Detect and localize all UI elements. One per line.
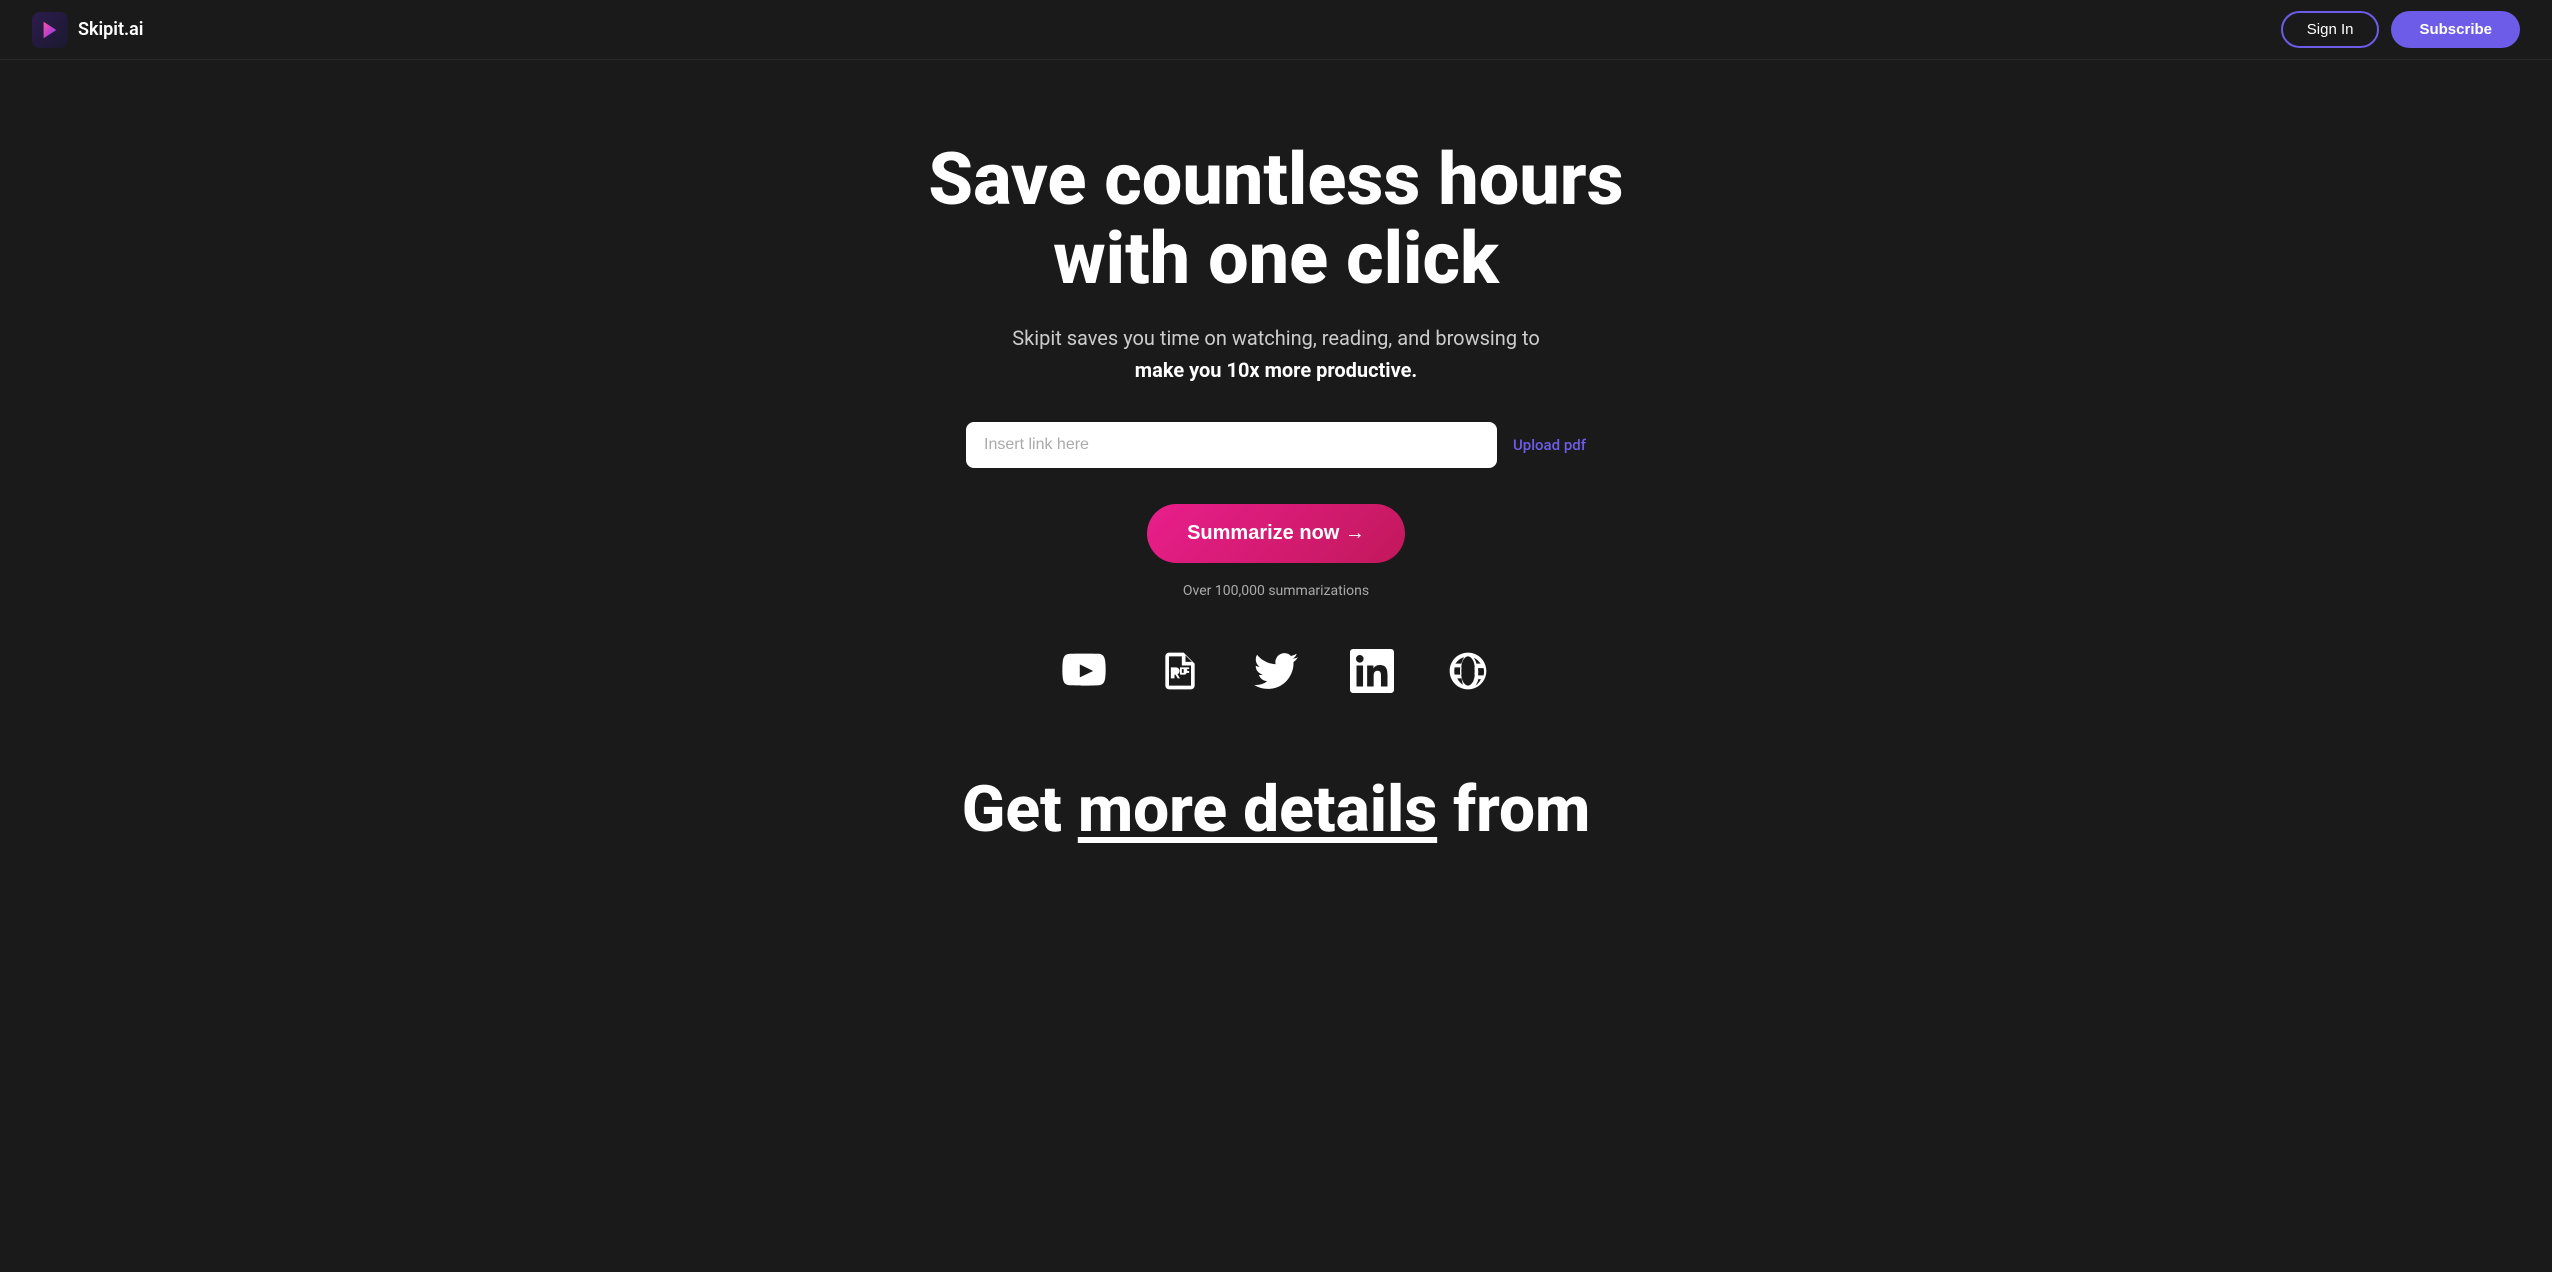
- hero-subtitle: Skipit saves you time on watching, readi…: [1012, 322, 1540, 386]
- logo-icon: [32, 12, 68, 48]
- summarizations-count: Over 100,000 summarizations: [1183, 583, 1369, 599]
- linkedin-icon: [1348, 647, 1396, 695]
- navbar-actions: Sign In Subscribe: [2281, 11, 2520, 48]
- summarize-button[interactable]: Summarize now →: [1147, 504, 1405, 563]
- bottom-title: Get more details from: [962, 775, 1591, 845]
- twitter-icon: [1252, 647, 1300, 695]
- hero-title: Save countless hours with one click: [928, 140, 1623, 298]
- platform-icons-row: [1060, 647, 1492, 695]
- input-row: Upload pdf: [966, 422, 1586, 468]
- upload-pdf-link[interactable]: Upload pdf: [1513, 436, 1586, 454]
- youtube-icon: [1060, 647, 1108, 695]
- link-input[interactable]: [966, 422, 1497, 468]
- pdf-icon: [1156, 647, 1204, 695]
- bottom-section: Get more details from: [942, 755, 1611, 865]
- signin-button[interactable]: Sign In: [2281, 11, 2380, 48]
- logo[interactable]: Skipit.ai: [32, 12, 143, 48]
- web-icon: [1444, 647, 1492, 695]
- hero-section: Save countless hours with one click Skip…: [0, 60, 2552, 906]
- logo-text: Skipit.ai: [78, 19, 143, 40]
- subscribe-button[interactable]: Subscribe: [2391, 11, 2520, 48]
- navbar: Skipit.ai Sign In Subscribe: [0, 0, 2552, 60]
